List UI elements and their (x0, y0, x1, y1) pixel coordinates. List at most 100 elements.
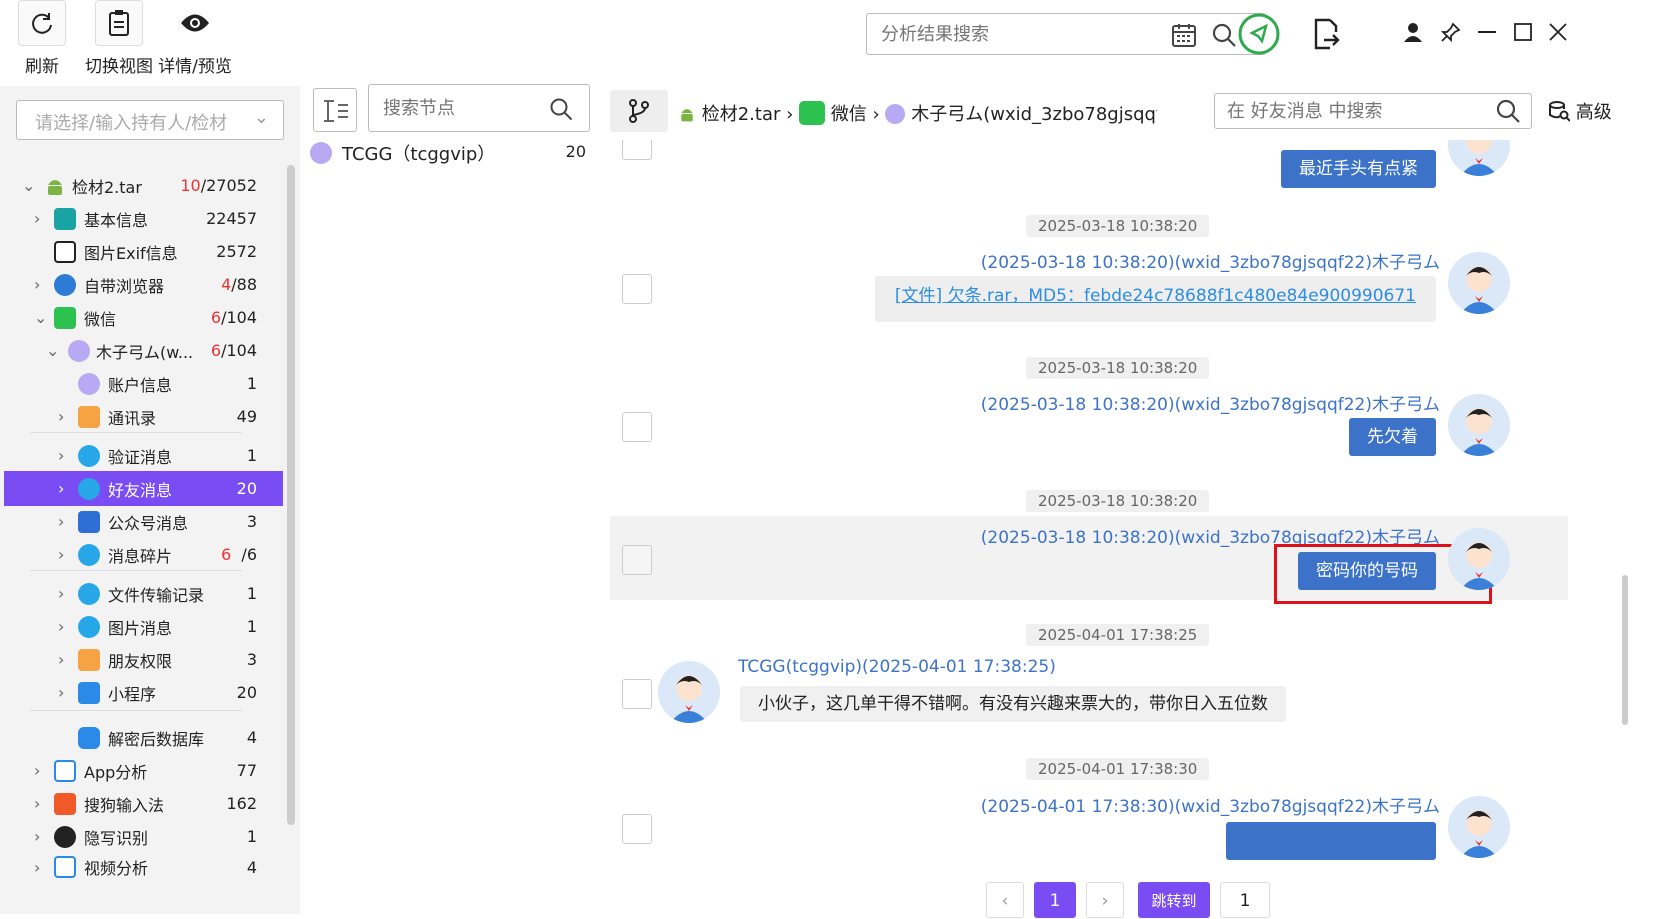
tree-item-verify-msg[interactable]: › 验证消息 1 (0, 438, 283, 473)
message-search-box[interactable] (1214, 93, 1532, 129)
file-message-bubble[interactable]: [文件] 欠条.rar，MD5：febde24c78688f1c480e84e9… (874, 276, 1436, 322)
switch-view-button[interactable]: 切换视图 (80, 0, 158, 77)
close-icon[interactable] (1549, 23, 1567, 41)
analysis-search-input[interactable] (867, 14, 1167, 54)
search-icon[interactable] (1495, 98, 1521, 124)
minimize-icon[interactable] (1478, 31, 1496, 35)
chevron-right-icon[interactable]: › (58, 479, 64, 498)
sort-button[interactable] (313, 88, 357, 132)
tree-item-evidence[interactable]: ⌄ 检材2.tar 10/27052 (0, 168, 283, 203)
pin-icon[interactable] (1441, 22, 1461, 42)
analysis-search-box[interactable] (866, 13, 1266, 55)
details-preview-button[interactable]: 详情/预览 (155, 0, 235, 77)
tree-item-basic-info[interactable]: › 基本信息 22457 (0, 201, 283, 236)
export-icon[interactable] (1312, 18, 1340, 50)
left-scrollbar[interactable] (287, 165, 295, 825)
chevron-right-icon[interactable]: › (58, 584, 64, 603)
chevron-right-icon[interactable]: › (34, 761, 40, 780)
tree-count: 49 (236, 407, 257, 426)
tree-item-contacts[interactable]: › 通讯录 49 (0, 399, 283, 434)
page-1-button[interactable]: 1 (1034, 882, 1076, 918)
message-timestamp: 2025-04-01 17:38:25 (1026, 624, 1210, 646)
chevron-right-icon[interactable]: › (34, 827, 40, 846)
chevron-right-icon[interactable]: › (34, 794, 40, 813)
calendar-icon[interactable] (1171, 22, 1197, 48)
avatar[interactable] (1448, 796, 1510, 858)
page-number-input[interactable]: 1 (1220, 882, 1270, 918)
database-search-icon (1548, 100, 1571, 122)
jump-to-button[interactable]: 跳转到 (1138, 882, 1210, 918)
node-search-box[interactable] (368, 84, 590, 132)
refresh-button[interactable]: 刷新 (18, 0, 66, 77)
tree-item-app-analysis[interactable]: › App分析 77 (0, 753, 283, 788)
chevron-right-icon[interactable]: › (58, 650, 64, 669)
tree-item-browser[interactable]: › 自带浏览器 4/88 (0, 267, 283, 302)
tree-item-image-msg[interactable]: › 图片消息 1 (0, 609, 283, 644)
chevron-down-icon[interactable]: ⌄ (46, 341, 59, 360)
contact-list-item[interactable]: TCGG（tcggvip） 20 (310, 140, 586, 170)
breadcrumb-separator: › (872, 104, 880, 125)
chevron-right-icon[interactable]: › (58, 512, 64, 531)
message-checkbox[interactable] (622, 412, 652, 442)
maximize-icon[interactable] (1514, 23, 1532, 41)
wechat-icon (799, 101, 826, 125)
tree-item-file-transfer[interactable]: › 文件传输记录 1 (0, 576, 283, 611)
chevron-right-icon[interactable]: › (58, 617, 64, 636)
message-checkbox[interactable] (622, 814, 652, 844)
message-timestamp: 2025-03-18 10:38:20 (1026, 215, 1210, 237)
chat-bubble-icon (78, 477, 100, 500)
tree-item-account-info[interactable]: 账户信息 1 (0, 366, 283, 401)
branch-toggle-button[interactable] (610, 90, 668, 132)
chevron-right-icon[interactable]: › (58, 545, 64, 564)
advanced-search-button[interactable]: 高级 (1548, 98, 1612, 124)
tree-item-sogou[interactable]: › 搜狗输入法 162 (0, 786, 283, 821)
tree-item-account-mzg[interactable]: ⌄ 木子弓ム(w... 6/104 (0, 333, 283, 368)
chevron-down-icon[interactable]: ⌄ (22, 176, 35, 195)
avatar[interactable] (658, 661, 720, 723)
owner-select[interactable]: 请选择/输入持有人/检材 ⌄ (16, 100, 284, 140)
chevron-right-icon[interactable]: › (58, 407, 64, 426)
chevron-down-icon[interactable]: ⌄ (34, 308, 47, 327)
tree-item-mini-program[interactable]: › 小程序 20 (0, 675, 283, 710)
breadcrumb-item[interactable]: 微信 (831, 104, 867, 125)
search-icon[interactable] (1211, 22, 1237, 48)
avatar[interactable] (1448, 528, 1510, 590)
user-icon[interactable] (1404, 22, 1422, 42)
search-icon[interactable] (549, 97, 573, 121)
tree-item-wechat[interactable]: ⌄ 微信 6/104 (0, 300, 283, 335)
tree-item-exif[interactable]: 图片Exif信息 2572 (0, 234, 283, 269)
chevron-right-icon[interactable]: › (34, 209, 40, 228)
android-icon (44, 175, 66, 197)
tree-item-friend-perm[interactable]: › 朋友权限 3 (0, 642, 283, 677)
message-scrollbar[interactable] (1622, 575, 1628, 725)
prev-page-button[interactable]: ‹ (986, 882, 1024, 918)
tree-item-msg-fragment[interactable]: › 消息碎片 6 /6 (0, 537, 283, 572)
file-link[interactable]: [文件] 欠条.rar，MD5：febde24c78688f1c480e84e9… (895, 286, 1416, 306)
chevron-right-icon[interactable]: › (58, 683, 64, 702)
globe-icon (54, 273, 76, 296)
tree-item-decrypted-db[interactable]: 解密后数据库 4 (0, 720, 283, 755)
breadcrumb-item[interactable]: 检材2.tar (702, 104, 781, 125)
message-search-input[interactable] (1215, 94, 1485, 128)
tree-item-friend-msg[interactable]: › 好友消息 20 (4, 471, 283, 506)
message-checkbox[interactable] (622, 140, 652, 160)
message-checkbox[interactable] (622, 274, 652, 304)
tree-count: 4 (246, 728, 257, 747)
avatar[interactable] (1448, 252, 1510, 314)
node-search-input[interactable] (369, 85, 539, 131)
tree-item-video[interactable]: › 视频分析 4 (0, 852, 283, 882)
tree-item-official-msg[interactable]: › 公众号消息 3 (0, 504, 283, 539)
tree-count: 3 (246, 650, 257, 669)
breadcrumb-item[interactable]: 木子弓ム(wxid_3zbo78gjsqqf22 (911, 100, 1157, 126)
avatar[interactable] (1448, 394, 1510, 456)
next-page-button[interactable]: › (1086, 882, 1124, 918)
message-checkbox[interactable] (622, 679, 652, 709)
shield-icon[interactable] (1238, 13, 1280, 55)
tree-item-stego[interactable]: › 隐写识别 1 (0, 819, 283, 854)
tree-count: 1 (246, 617, 257, 636)
chevron-right-icon[interactable]: › (58, 446, 64, 465)
chevron-right-icon[interactable]: › (34, 858, 40, 877)
avatar[interactable] (1448, 140, 1510, 176)
chevron-right-icon[interactable]: › (34, 275, 40, 294)
message-checkbox[interactable] (622, 545, 652, 575)
